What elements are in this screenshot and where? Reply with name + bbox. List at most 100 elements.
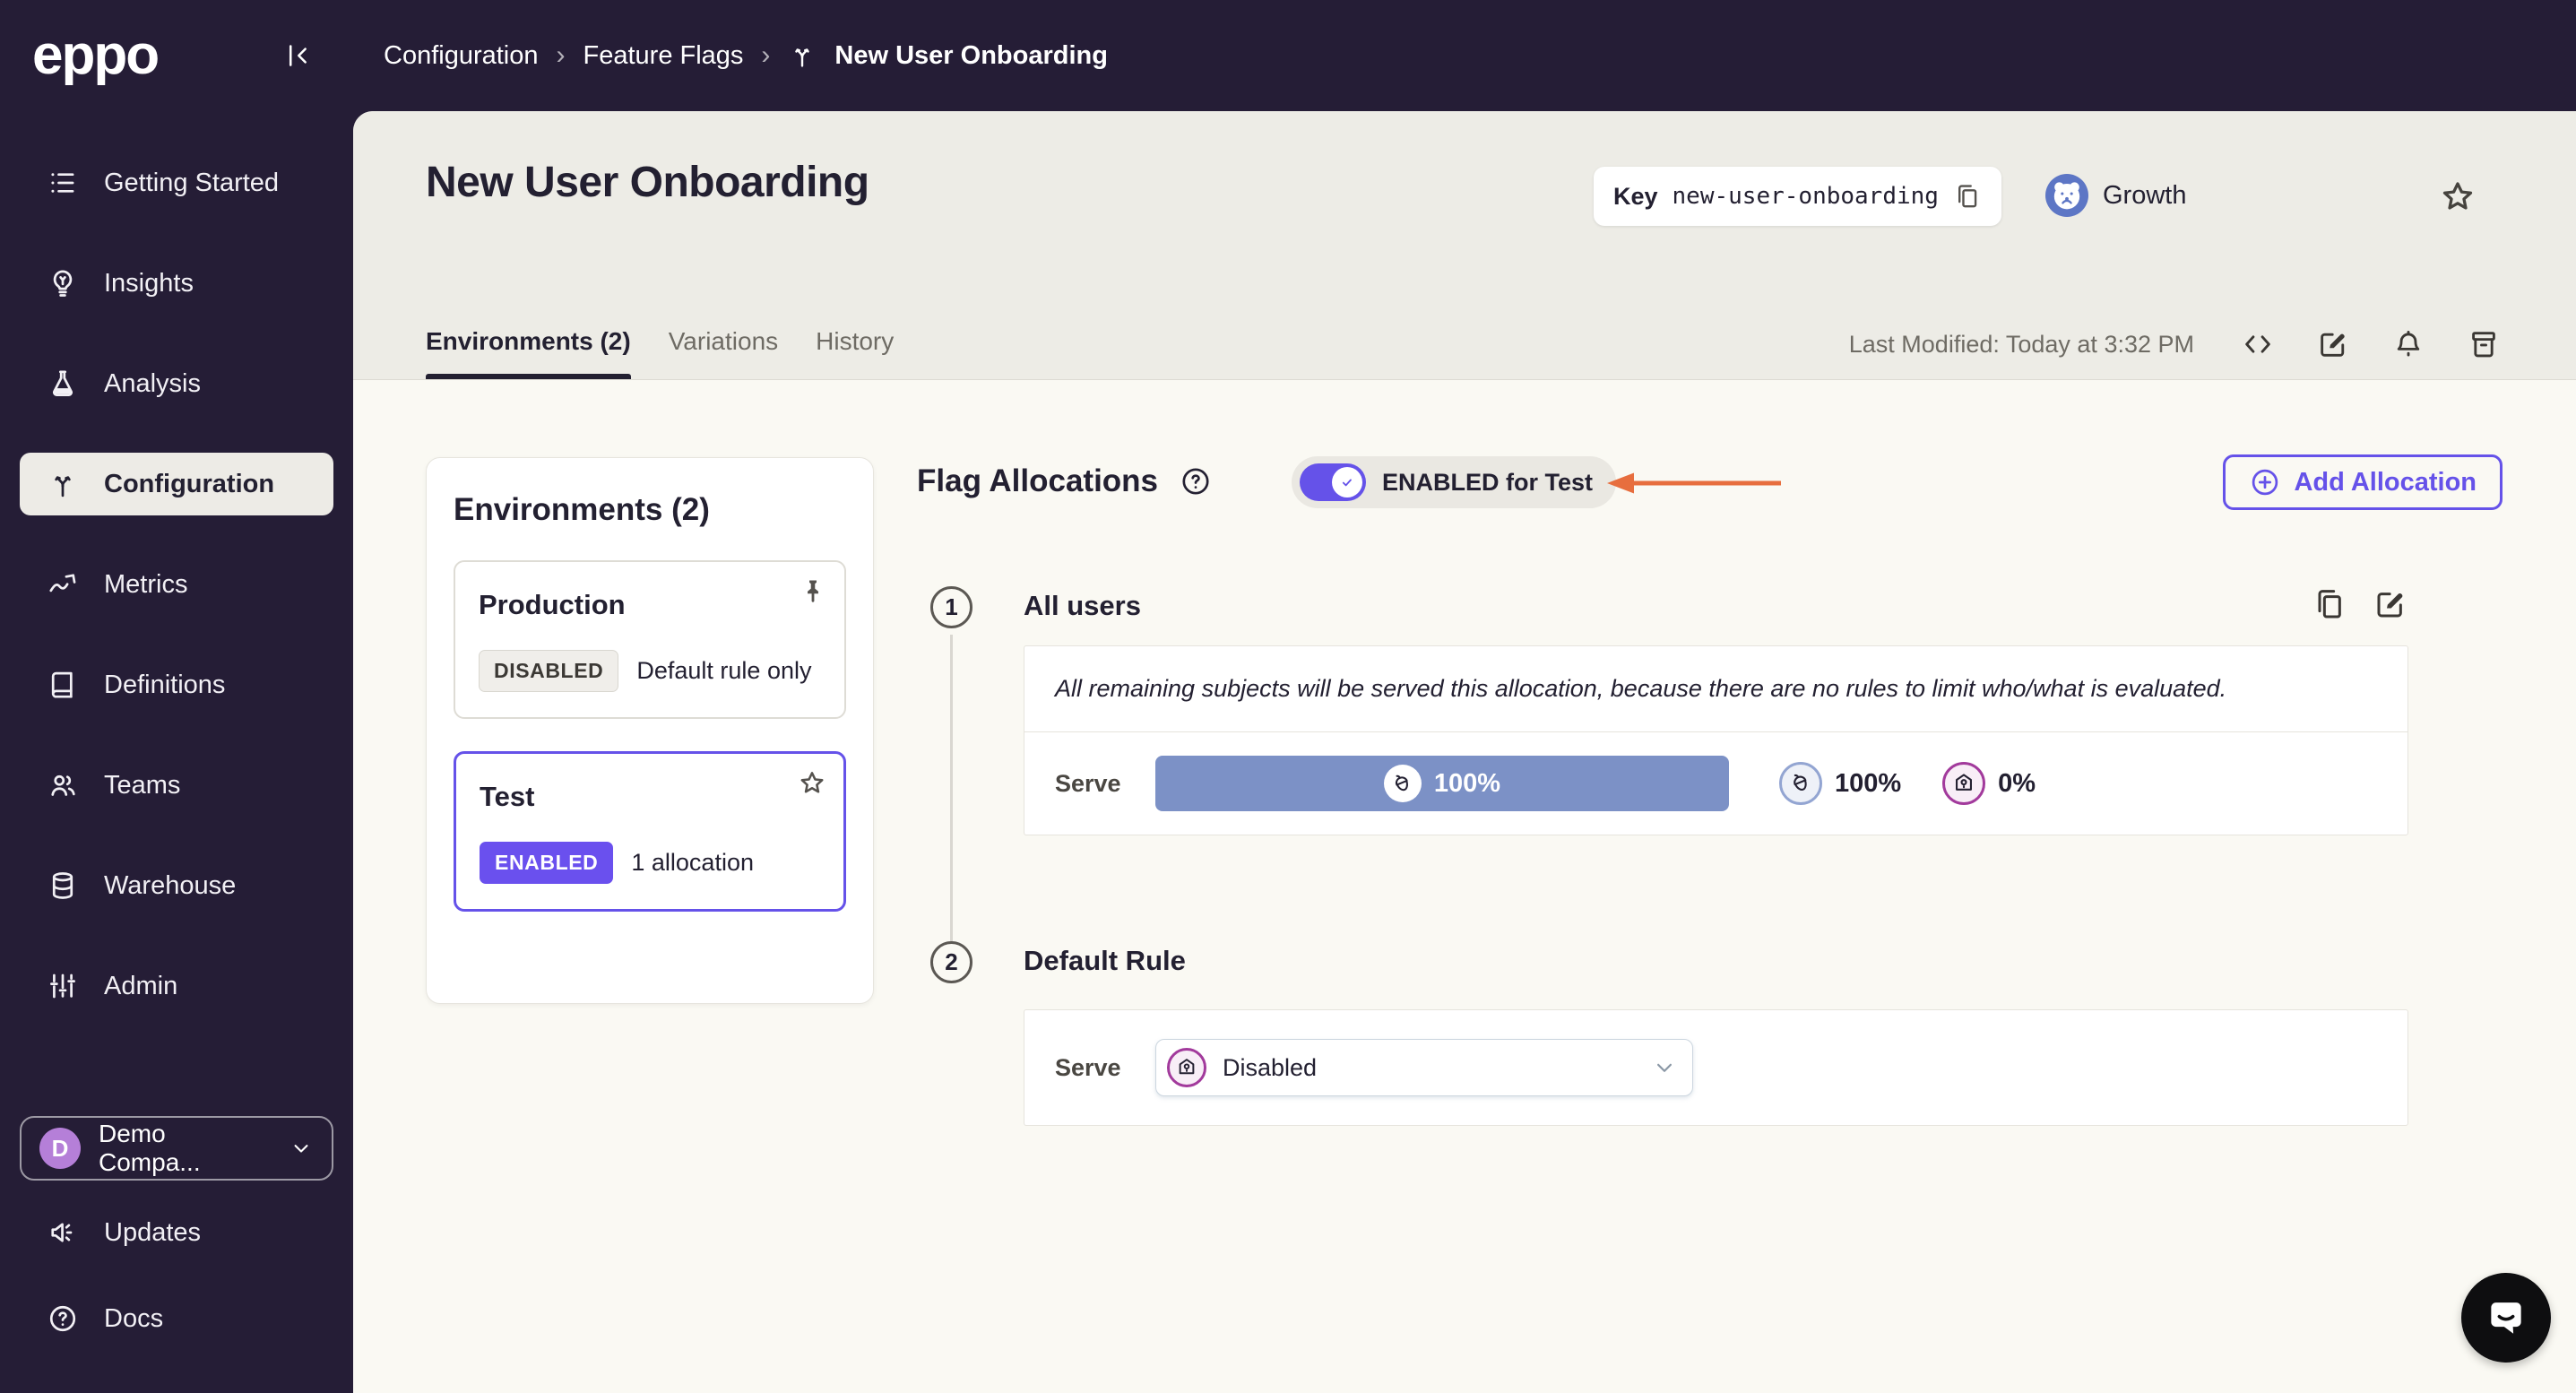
question-circle-icon: [49, 1305, 76, 1332]
sidebar-item-label: Insights: [104, 268, 194, 298]
edit-icon[interactable]: [2373, 586, 2408, 622]
serve-label: Serve: [1055, 769, 1121, 797]
birdhouse-icon: [1942, 762, 1986, 805]
birdhouse-icon: [1167, 1048, 1206, 1087]
allocation-card-all-users: All remaining subjects will be served th…: [1024, 645, 2408, 835]
env-status-row: DISABLED Default rule only: [479, 650, 821, 692]
last-modified-text: Last Modified: Today at 3:32 PM: [1848, 330, 2194, 358]
topbar-left: eppo: [0, 28, 353, 83]
favorite-star-icon[interactable]: [2438, 177, 2477, 217]
legend-item-disabled: 0%: [1942, 762, 2036, 805]
sidebar-item-docs[interactable]: Docs: [20, 1287, 333, 1350]
workspace-switcher[interactable]: D Demo Compa...: [20, 1116, 333, 1181]
flag-allocations-header: Flag Allocations: [917, 455, 1212, 507]
acorn-icon: [1779, 762, 1822, 805]
flag-allocations-title: Flag Allocations: [917, 463, 1159, 498]
book-icon: [51, 671, 73, 698]
environment-enabled-toggle[interactable]: ENABLED for Test: [1292, 456, 1617, 508]
allocation-actions: [2312, 586, 2408, 622]
code-icon[interactable]: [2241, 327, 2275, 361]
copy-icon[interactable]: [1953, 182, 1982, 211]
variation-legend: 100% 0%: [1779, 762, 2036, 805]
main-content: New User Onboarding Key new-user-onboard…: [353, 111, 2576, 1393]
chevron-right-icon: [557, 40, 566, 71]
tab-variations[interactable]: Variations: [669, 327, 778, 379]
env-card-production[interactable]: Production DISABLED Default rule only: [454, 560, 846, 719]
people-icon: [51, 774, 75, 796]
sidebar-item-label: Configuration: [104, 469, 275, 498]
sidebar-item-label: Teams: [104, 770, 181, 800]
default-rule-variation-dropdown[interactable]: Disabled: [1155, 1039, 1693, 1096]
sidebar-item-admin[interactable]: Admin: [20, 955, 333, 1017]
allocation-description: All remaining subjects will be served th…: [1024, 646, 2407, 732]
tab-history[interactable]: History: [816, 327, 894, 379]
chevron-right-icon: [761, 40, 770, 71]
eppo-app: eppo Configuration Feature Flags New Use…: [0, 0, 2576, 1393]
breadcrumb: Configuration Feature Flags New User Onb…: [384, 40, 1108, 71]
eppo-logo: eppo: [32, 24, 160, 86]
team-name: Growth: [2103, 180, 2187, 210]
breadcrumb-feature-flags[interactable]: Feature Flags: [583, 41, 744, 71]
tab-environments[interactable]: Environments (2): [426, 327, 631, 379]
serve-label: Serve: [1055, 1053, 1121, 1081]
sidebar-item-label: Warehouse: [104, 870, 237, 900]
question-circle-icon[interactable]: [1180, 465, 1212, 497]
copy-icon[interactable]: [2312, 586, 2347, 622]
topbar: eppo Configuration Feature Flags New Use…: [0, 0, 2576, 111]
allocation-title-default-rule: Default Rule: [1024, 945, 1186, 976]
sidebar-item-warehouse[interactable]: Warehouse: [20, 854, 333, 917]
sidebar-item-label: Metrics: [104, 569, 188, 599]
pin-icon[interactable]: [798, 576, 828, 607]
chevron-down-icon: [1651, 1054, 1678, 1081]
env-name: Test: [480, 781, 535, 812]
archive-icon[interactable]: [2467, 327, 2501, 361]
sidebar-item-label: Admin: [104, 971, 178, 1000]
team-badge[interactable]: Growth: [2045, 174, 2186, 217]
breadcrumb-current-flag: New User Onboarding: [834, 40, 1108, 70]
page-header: New User Onboarding Key new-user-onboard…: [353, 111, 2576, 380]
sidebar-item-teams[interactable]: Teams: [20, 754, 333, 817]
bell-icon[interactable]: [2391, 327, 2425, 361]
toggle-label: ENABLED for Test: [1382, 468, 1594, 496]
list-icon: [51, 173, 74, 193]
add-allocation-label: Add Allocation: [2294, 467, 2477, 497]
env-name: Production: [479, 589, 626, 620]
legend-value: 0%: [1998, 768, 2036, 798]
acorn-icon: [1383, 765, 1422, 802]
chat-bubble-icon: [2491, 1302, 2521, 1334]
sidebar-item-getting-started[interactable]: Getting Started: [20, 151, 333, 214]
database-icon: [52, 872, 73, 899]
collapse-sidebar-icon[interactable]: [283, 40, 314, 71]
check-icon: [1332, 467, 1362, 497]
page-title: New User Onboarding: [426, 159, 869, 206]
sidebar-item-updates[interactable]: Updates: [20, 1201, 333, 1264]
legend-value: 100%: [1835, 768, 1902, 798]
sidebar-item-label: Updates: [104, 1217, 202, 1247]
toggle-switch[interactable]: [1300, 463, 1366, 501]
flag-key-value: new-user-onboarding: [1672, 183, 1939, 210]
edit-icon[interactable]: [2316, 327, 2350, 361]
env-card-test[interactable]: Test ENABLED 1 allocation: [454, 751, 846, 912]
flask-icon: [53, 370, 73, 396]
sidebar-nav: Getting Started Insights Analysis Config…: [0, 111, 353, 1017]
sidebar-item-metrics[interactable]: Metrics: [20, 553, 333, 616]
sidebar-item-insights[interactable]: Insights: [20, 252, 333, 315]
serve-bar-percent: 100%: [1433, 768, 1501, 798]
flag-split-icon: [788, 41, 817, 70]
star-icon[interactable]: [797, 768, 827, 799]
step-number-2: 2: [930, 941, 972, 983]
sidebar-item-analysis[interactable]: Analysis: [20, 352, 333, 415]
allocation-title-all-users: All users: [1024, 590, 1141, 621]
sidebar-item-configuration[interactable]: Configuration: [20, 453, 333, 515]
sliders-icon: [50, 973, 75, 999]
sidebar-item-definitions[interactable]: Definitions: [20, 653, 333, 716]
header-actions: Last Modified: Today at 3:32 PM: [1849, 327, 2501, 361]
add-allocation-button[interactable]: Add Allocation: [2223, 454, 2503, 510]
flag-key-chip[interactable]: Key new-user-onboarding: [1594, 167, 2001, 226]
breadcrumb-configuration[interactable]: Configuration: [384, 41, 539, 71]
chat-launcher-button[interactable]: [2461, 1273, 2551, 1363]
env-status-row: ENABLED 1 allocation: [480, 842, 820, 884]
arrow-left-annotation: [1604, 471, 1787, 500]
sidebar-item-label: Analysis: [104, 368, 201, 398]
serve-row: Serve 100% 100% 0%: [1024, 732, 2407, 835]
